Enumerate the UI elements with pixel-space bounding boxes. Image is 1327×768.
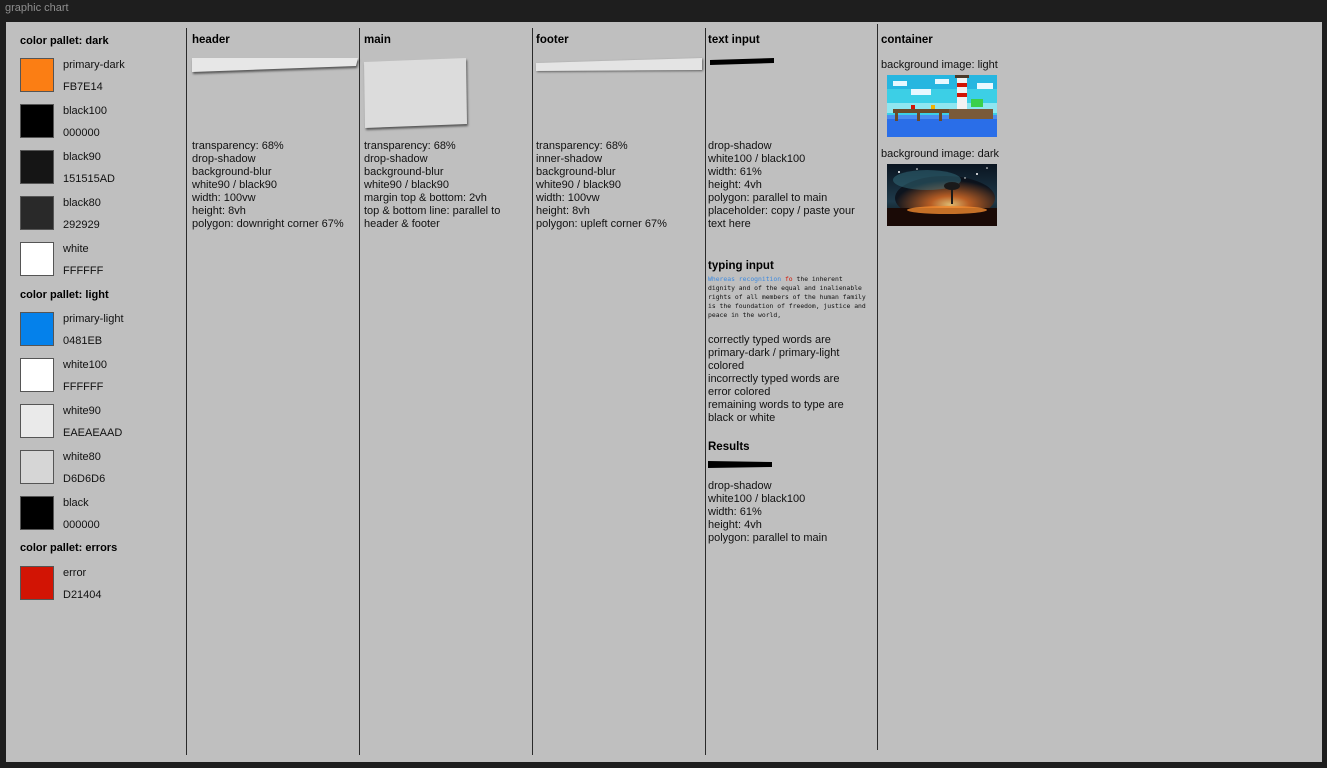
main-section-title: main xyxy=(364,34,391,46)
swatch-name: black xyxy=(63,497,89,509)
main-shape-preview[interactable] xyxy=(364,58,468,128)
swatch-hex: 151515AD xyxy=(63,173,115,185)
typing-sample-text: Whereas recognition fo the inherent dign… xyxy=(708,275,873,320)
swatch-hex: D6D6D6 xyxy=(63,473,106,485)
bg-dark-label: background image: dark xyxy=(881,148,1000,160)
swatch-white80[interactable] xyxy=(20,450,54,484)
typing-correct-words: Whereas recognition xyxy=(708,275,785,283)
swatch-name: primary-dark xyxy=(63,59,125,71)
column-divider xyxy=(186,28,187,755)
swatch-name: primary-light xyxy=(63,313,124,325)
swatch-name: white100 xyxy=(63,359,108,371)
results-title: Results xyxy=(708,441,750,453)
swatch-name: black90 xyxy=(63,151,101,163)
swatch-name: black80 xyxy=(63,197,101,209)
swatch-error[interactable] xyxy=(20,566,54,600)
swatch-name: white xyxy=(63,243,89,255)
swatch-white90[interactable] xyxy=(20,404,54,438)
footer-section-title: footer xyxy=(536,34,569,46)
swatch-hex: 000000 xyxy=(63,519,100,531)
bg-light-label: background image: light xyxy=(881,59,998,71)
swatch-hex: FB7E14 xyxy=(63,81,103,93)
results-shape-preview[interactable] xyxy=(708,461,774,469)
header-section-title: header xyxy=(192,34,230,46)
swatch-white100[interactable] xyxy=(20,358,54,392)
swatch-hex: EAEAEAAD xyxy=(63,427,123,439)
footer-spec: transparency: 68% inner-shadow background-… xyxy=(536,140,667,230)
typing-input-title: typing input xyxy=(708,260,774,272)
column-divider xyxy=(705,28,706,755)
swatch-black100[interactable] xyxy=(20,104,54,138)
column-divider xyxy=(877,24,878,750)
swatch-hex: FFFFFF xyxy=(63,381,104,393)
header-spec: transparency: 68% drop-shadow background-b… xyxy=(192,140,344,230)
typing-error-word: fo xyxy=(784,275,793,283)
swatch-primary-dark[interactable] xyxy=(20,58,54,92)
footer-shape-preview[interactable] xyxy=(536,58,702,72)
typing-input-spec: correctly typed words are primary-dark / … xyxy=(708,334,844,424)
swatch-black[interactable] xyxy=(20,496,54,530)
palette-dark-title: color pallet: dark xyxy=(20,35,109,47)
text-input-section-title: text input xyxy=(708,34,760,46)
column-divider xyxy=(532,28,533,755)
swatch-name: error xyxy=(63,567,87,579)
main-spec: transparency: 68% drop-shadow background-b… xyxy=(364,140,501,230)
swatch-black80[interactable] xyxy=(20,196,54,230)
background-image-light-thumbnail[interactable] xyxy=(887,75,997,137)
container-section-title: container xyxy=(881,34,933,46)
palette-light-title: color pallet: light xyxy=(20,289,109,301)
palette-errors-title: color pallet: errors xyxy=(20,542,118,554)
header-shape-preview[interactable] xyxy=(192,58,358,72)
column-divider xyxy=(359,28,360,755)
swatch-hex: 000000 xyxy=(63,127,100,139)
swatch-hex: FFFFFF xyxy=(63,265,104,277)
text-input-spec: drop-shadow white100 / black100 width: 61%… xyxy=(708,140,855,230)
swatch-hex: D21404 xyxy=(63,589,102,601)
swatch-white[interactable] xyxy=(20,242,54,276)
artboard: color pallet: dark primary-dark FB7E14 b… xyxy=(6,22,1322,762)
background-image-dark-thumbnail[interactable] xyxy=(887,164,997,226)
swatch-name: white90 xyxy=(63,405,101,417)
swatch-name: white80 xyxy=(63,451,101,463)
swatch-name: black100 xyxy=(63,105,108,117)
window-title: graphic chart xyxy=(5,2,69,14)
results-spec: drop-shadow white100 / black100 width: 61%… xyxy=(708,480,828,544)
swatch-hex: 292929 xyxy=(63,219,100,231)
text-input-shape-preview[interactable] xyxy=(710,58,776,66)
swatch-black90[interactable] xyxy=(20,150,54,184)
swatch-primary-light[interactable] xyxy=(20,312,54,346)
swatch-hex: 0481EB xyxy=(63,335,103,347)
